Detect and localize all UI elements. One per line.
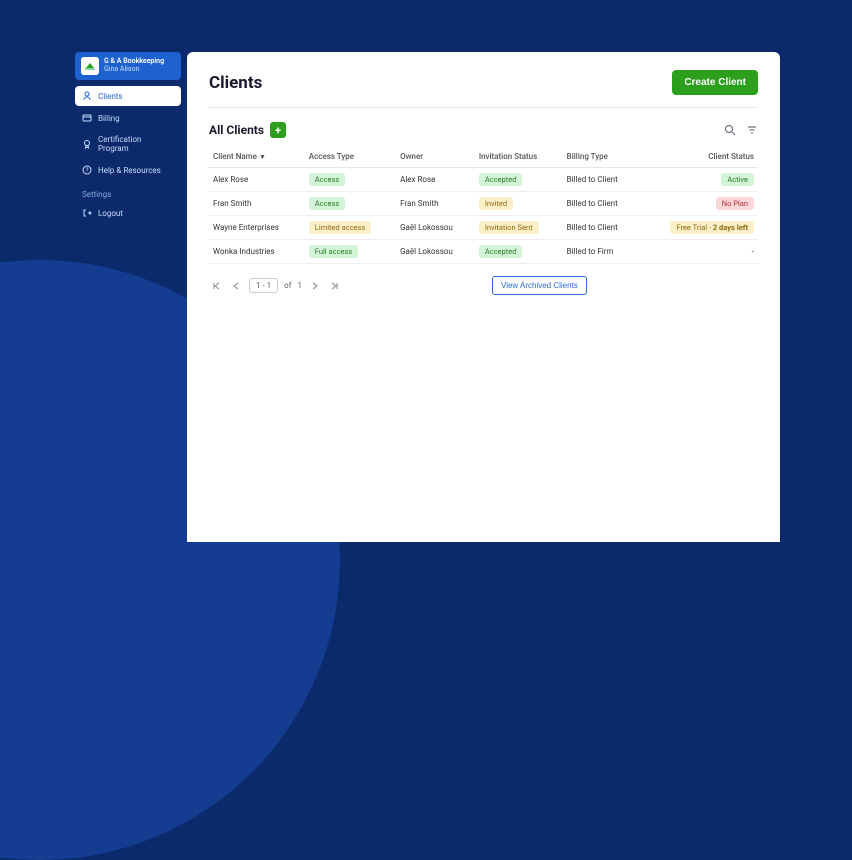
pager-of-label: of xyxy=(284,281,291,290)
main-panel: Clients Create Client All Clients + Clie… xyxy=(187,52,780,542)
logout-icon xyxy=(82,208,92,218)
search-icon[interactable] xyxy=(724,124,736,136)
clients-icon xyxy=(82,91,92,101)
sidebar-item-logout[interactable]: Logout xyxy=(75,203,181,223)
view-archived-button[interactable]: View Archived Clients xyxy=(492,276,587,295)
col-client-name[interactable]: Client Name▼ xyxy=(209,146,305,168)
cell-client-name: Fran Smith xyxy=(209,192,305,216)
pager-last-icon[interactable] xyxy=(328,279,342,293)
pager-first-icon[interactable] xyxy=(209,279,223,293)
cell-access: Access xyxy=(305,192,396,216)
cell-access: Access xyxy=(305,168,396,192)
help-icon: ? xyxy=(82,165,92,175)
pager-range: 1 - 1 xyxy=(249,278,278,293)
nav-label: Logout xyxy=(98,209,123,218)
cell-owner: Alex Rose xyxy=(396,168,475,192)
pager-total: 1 xyxy=(298,281,303,290)
filter-icon[interactable] xyxy=(746,124,758,136)
page-header: Clients Create Client xyxy=(209,70,758,108)
billing-icon xyxy=(82,113,92,123)
subheader: All Clients + xyxy=(209,122,758,138)
nav-label: Billing xyxy=(98,114,120,123)
clients-table: Client Name▼ Access Type Owner Invitatio… xyxy=(209,146,758,264)
org-user: Gina Alison xyxy=(104,66,164,74)
cell-client-name: Wonka Industries xyxy=(209,240,305,264)
create-client-button[interactable]: Create Client xyxy=(672,70,758,95)
cell-invite: Accepted xyxy=(475,240,563,264)
col-billing-type[interactable]: Billing Type xyxy=(563,146,640,168)
table-row[interactable]: Fran SmithAccessFran SmithInvitedBilled … xyxy=(209,192,758,216)
sidebar: G & A Bookkeeping Gina Alison Clients Bi… xyxy=(75,52,187,542)
pager-prev-icon[interactable] xyxy=(229,279,243,293)
cell-billing: Billed to Client xyxy=(563,216,640,240)
cell-status: No Plan xyxy=(639,192,758,216)
pager-next-icon[interactable] xyxy=(308,279,322,293)
cell-access: Full access xyxy=(305,240,396,264)
col-client-status[interactable]: Client Status xyxy=(639,146,758,168)
cell-owner: Fran Smith xyxy=(396,192,475,216)
sidebar-item-help[interactable]: ? Help & Resources xyxy=(75,160,181,180)
sidebar-item-certification[interactable]: Certification Program xyxy=(75,130,181,158)
org-logo xyxy=(81,57,99,75)
sort-caret-icon: ▼ xyxy=(259,153,266,161)
table-header-row: Client Name▼ Access Type Owner Invitatio… xyxy=(209,146,758,168)
cell-client-name: Alex Rose xyxy=(209,168,305,192)
table-row[interactable]: Wonka IndustriesFull accessGaël Lokossou… xyxy=(209,240,758,264)
cell-billing: Billed to Client xyxy=(563,168,640,192)
nav-label: Clients xyxy=(98,92,123,101)
cell-status: Active xyxy=(639,168,758,192)
table-row[interactable]: Wayne EnterprisesLimited accessGaël Loko… xyxy=(209,216,758,240)
cell-billing: Billed to Firm xyxy=(563,240,640,264)
cell-invite: Accepted xyxy=(475,168,563,192)
cell-access: Limited access xyxy=(305,216,396,240)
cell-owner: Gaël Lokossou xyxy=(396,216,475,240)
table-row[interactable]: Alex RoseAccessAlex RoseAcceptedBilled t… xyxy=(209,168,758,192)
sidebar-item-clients[interactable]: Clients xyxy=(75,86,181,106)
col-invitation-status[interactable]: Invitation Status xyxy=(475,146,563,168)
cell-client-name: Wayne Enterprises xyxy=(209,216,305,240)
nav-label: Help & Resources xyxy=(98,166,161,175)
cell-status: - xyxy=(639,240,758,264)
add-client-button[interactable]: + xyxy=(270,122,286,138)
cell-status: Free Trial - 2 days left xyxy=(639,216,758,240)
col-access-type[interactable]: Access Type xyxy=(305,146,396,168)
cell-owner: Gaël Lokossou xyxy=(396,240,475,264)
cell-invite: Invitation Sent xyxy=(475,216,563,240)
cell-invite: Invited xyxy=(475,192,563,216)
nav-label: Certification Program xyxy=(98,135,174,153)
sidebar-item-billing[interactable]: Billing xyxy=(75,108,181,128)
svg-text:?: ? xyxy=(86,167,89,174)
cell-billing: Billed to Client xyxy=(563,192,640,216)
page-title: Clients xyxy=(209,73,262,93)
settings-section-label: Settings xyxy=(75,182,181,203)
table-footer: 1 - 1 of 1 View Archived Clients xyxy=(209,276,758,295)
org-card[interactable]: G & A Bookkeeping Gina Alison xyxy=(75,52,181,80)
col-owner[interactable]: Owner xyxy=(396,146,475,168)
all-clients-title: All Clients xyxy=(209,123,264,137)
pagination: 1 - 1 of 1 xyxy=(209,278,342,293)
certification-icon xyxy=(82,139,92,149)
